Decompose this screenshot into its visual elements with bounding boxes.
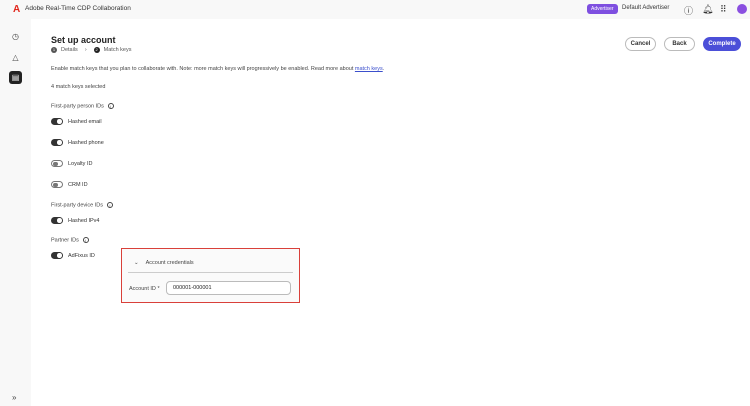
toggle-label: Hashed email (68, 118, 102, 125)
left-rail: ◷ △ ▤ (0, 19, 31, 406)
section-title: Partner IDs i (51, 237, 89, 243)
bell-icon[interactable]: 🔔︎ (702, 4, 713, 15)
toggle-label: Hashed phone (68, 139, 104, 146)
description-text: Enable match keys that you plan to colla… (51, 66, 355, 72)
step-match-keys[interactable]: Match keys (104, 47, 132, 53)
info-icon[interactable]: i (106, 202, 113, 208)
back-button[interactable]: Back (664, 37, 695, 51)
section-label: Partner IDs (51, 237, 79, 244)
top-bar: A Adobe Real-Time CDP Collaboration Adve… (0, 0, 750, 19)
page-title: Set up account (51, 35, 116, 45)
cancel-button[interactable]: Cancel (625, 37, 656, 51)
account-id-input[interactable]: 000001-000001 (166, 281, 291, 295)
toggle-switch[interactable] (51, 252, 63, 259)
toggle-switch[interactable] (51, 139, 63, 146)
info-icon[interactable]: i (82, 237, 89, 243)
toggle-switch[interactable] (51, 118, 63, 125)
toggle-label: Hashed IPv4 (68, 217, 100, 224)
accordion-title: Account credentials (145, 259, 194, 266)
description-end: . (382, 66, 385, 72)
stepper: 1 Details › 2 Match keys (51, 47, 132, 53)
avatar[interactable] (737, 4, 747, 14)
expand-rail-icon[interactable]: » (12, 393, 16, 402)
toggle-label: CRM ID (68, 181, 88, 188)
toggle-hashed-phone[interactable]: Hashed phone (51, 139, 104, 146)
account-credentials-panel: ⌄ Account credentials Account ID * 000001… (121, 248, 300, 303)
selected-count: 4 match keys selected (51, 84, 106, 90)
toggle-switch[interactable] (51, 160, 63, 167)
connections-icon[interactable]: △ (9, 51, 22, 64)
required-marker: * (157, 286, 160, 292)
field-label: Account ID (129, 286, 156, 292)
toggle-switch[interactable] (51, 181, 63, 188)
toggle-hashed-email[interactable]: Hashed email (51, 118, 102, 125)
description: Enable match keys that you plan to colla… (51, 66, 384, 72)
toggle-loyalty-id[interactable]: Loyalty ID (51, 160, 92, 167)
step-number: 1 (51, 47, 57, 53)
toggle-label: AdFixus ID (68, 252, 95, 259)
section-label: First-party device IDs (51, 202, 103, 209)
account-id-label: Account ID * (129, 286, 160, 292)
app-title: Adobe Real-Time CDP Collaboration (25, 5, 131, 12)
setup-icon[interactable]: ▤ (9, 71, 22, 84)
toggle-hashed-ipv4[interactable]: Hashed IPv4 (51, 217, 100, 224)
help-icon[interactable]: ⓘ (684, 4, 693, 17)
role-badge: Advertiser (587, 4, 618, 14)
toggle-switch[interactable] (51, 217, 63, 224)
history-icon[interactable]: ◷ (9, 30, 22, 43)
step-details[interactable]: Details (61, 47, 78, 53)
info-icon[interactable]: i (107, 103, 114, 109)
apps-grid-icon[interactable]: ⠿ (720, 4, 727, 15)
section-title: First-party device IDs i (51, 202, 113, 208)
complete-button[interactable]: Complete (703, 37, 741, 51)
main-content: Set up account 1 Details › 2 Match keys … (31, 19, 750, 406)
account-credentials-accordion[interactable]: ⌄ Account credentials (128, 253, 293, 273)
account-switcher[interactable]: Default Advertiser (622, 5, 669, 11)
match-keys-link[interactable]: match keys (355, 66, 383, 72)
toggle-adfixus-id[interactable]: AdFixus ID (51, 252, 95, 259)
toggle-crm-id[interactable]: CRM ID (51, 181, 88, 188)
section-title: First-party person IDs i (51, 103, 114, 109)
chevron-down-icon: ⌄ (134, 259, 139, 266)
section-label: First-party person IDs (51, 103, 104, 110)
step-number: 2 (93, 47, 100, 53)
toggle-label: Loyalty ID (68, 160, 93, 167)
adobe-logo-icon: A (13, 4, 21, 15)
